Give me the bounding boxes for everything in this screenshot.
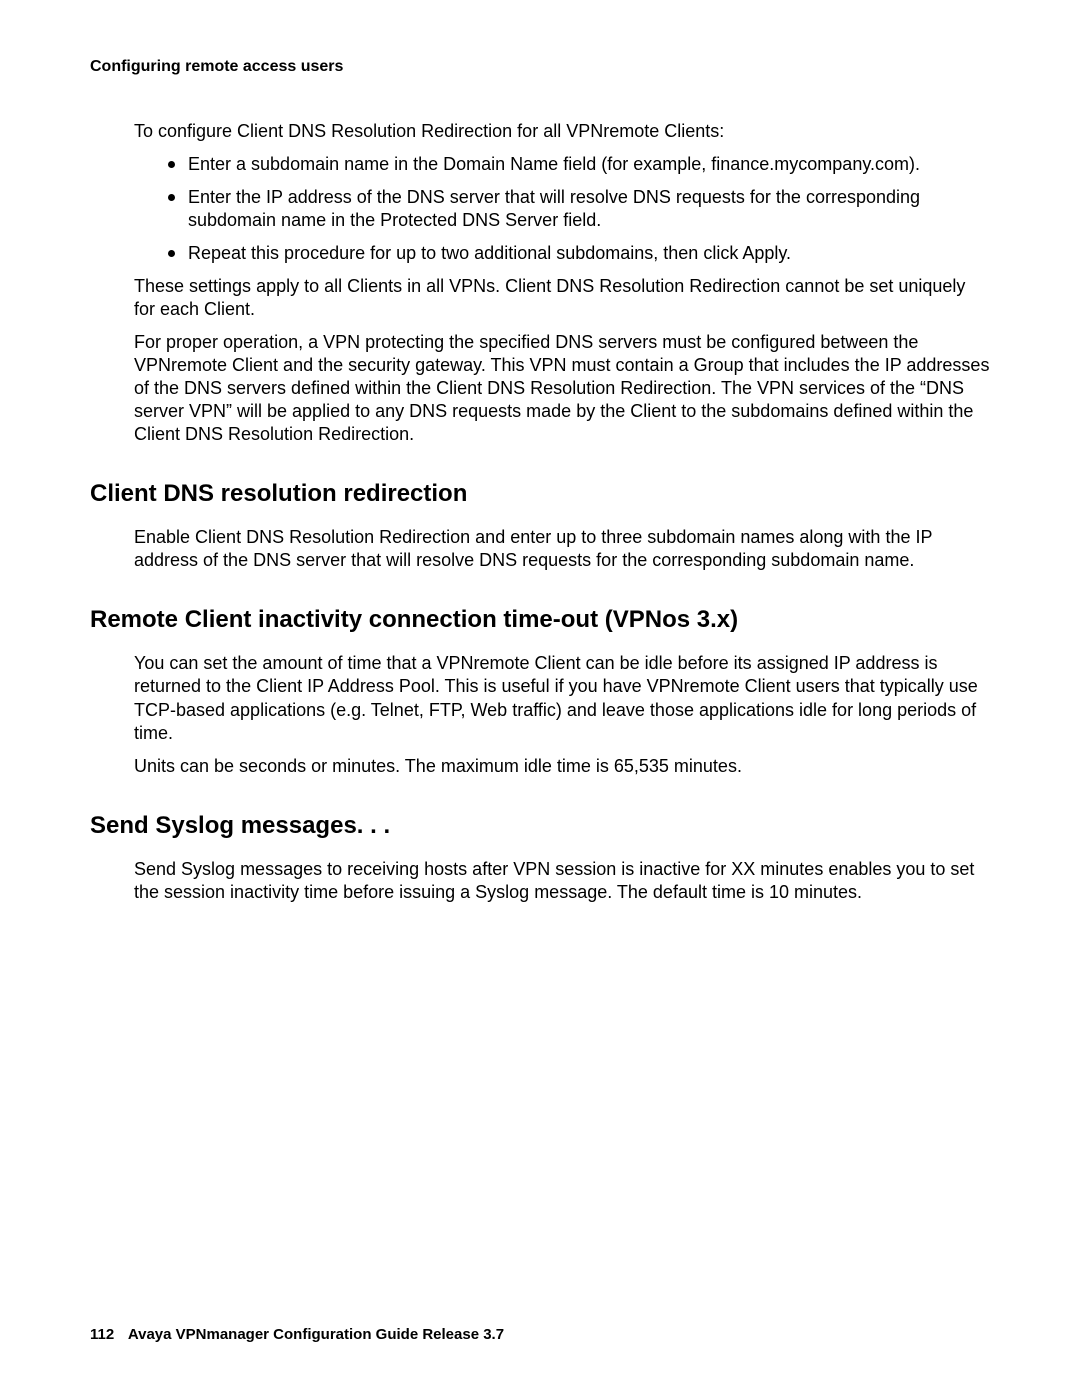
section-body: Send Syslog messages to receiving hosts … xyxy=(134,858,990,904)
page: Configuring remote access users To confi… xyxy=(0,0,1080,1397)
section-body: Enable Client DNS Resolution Redirection… xyxy=(134,526,990,572)
running-header: Configuring remote access users xyxy=(90,58,990,76)
paragraph: For proper operation, a VPN protecting t… xyxy=(134,331,990,446)
paragraph: You can set the amount of time that a VP… xyxy=(134,652,990,744)
paragraph: Enable Client DNS Resolution Redirection… xyxy=(134,526,990,572)
bullet-list: Enter a subdomain name in the Domain Nam… xyxy=(134,153,990,265)
paragraph: These settings apply to all Clients in a… xyxy=(134,275,990,321)
paragraph: Units can be seconds or minutes. The max… xyxy=(134,755,990,778)
footer-doc-title: Avaya VPNmanager Configuration Guide Rel… xyxy=(128,1326,504,1343)
paragraph: Send Syslog messages to receiving hosts … xyxy=(134,858,990,904)
list-item: Enter the IP address of the DNS server t… xyxy=(188,186,990,232)
body-content: To configure Client DNS Resolution Redir… xyxy=(134,120,990,446)
section-heading-client-dns: Client DNS resolution redirection xyxy=(90,480,990,508)
section-body: You can set the amount of time that a VP… xyxy=(134,652,990,777)
page-footer: 112 Avaya VPNmanager Configuration Guide… xyxy=(90,1326,504,1343)
section-heading-syslog: Send Syslog messages. . . xyxy=(90,812,990,840)
section-heading-inactivity-timeout: Remote Client inactivity connection time… xyxy=(90,606,990,634)
list-item: Repeat this procedure for up to two addi… xyxy=(188,242,990,265)
list-item: Enter a subdomain name in the Domain Nam… xyxy=(188,153,990,176)
page-number: 112 xyxy=(90,1326,114,1343)
paragraph: To configure Client DNS Resolution Redir… xyxy=(134,120,990,143)
